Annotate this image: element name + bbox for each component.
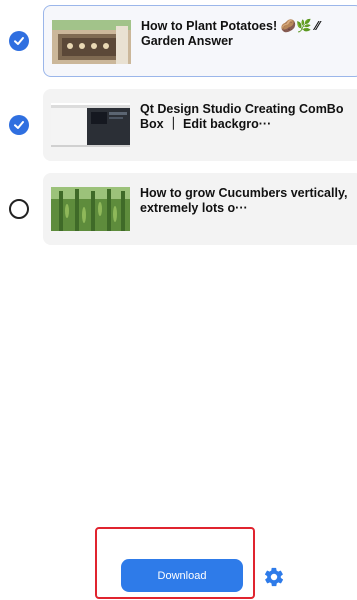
video-title: Qt Design Studio Creating ComBo Box ｜ Ed… xyxy=(140,102,344,131)
list-item[interactable]: Qt Design Studio Creating ComBo Box ｜ Ed… xyxy=(0,89,357,161)
checkmark-icon xyxy=(14,121,24,129)
video-title: How to grow Cucumbers vertically, extrem… xyxy=(140,186,348,215)
download-button[interactable]: Download xyxy=(121,559,243,592)
video-card[interactable]: Qt Design Studio Creating ComBo Box ｜ Ed… xyxy=(43,89,357,161)
selected-checkbox[interactable] xyxy=(9,115,29,135)
video-thumbnail xyxy=(52,20,131,64)
video-thumbnail xyxy=(51,103,130,147)
gear-icon[interactable] xyxy=(263,566,285,588)
video-thumbnail xyxy=(51,187,130,231)
list-item[interactable]: How to Plant Potatoes! 🥔🌿 ⁄⁄ Garden Answ… xyxy=(0,5,357,77)
list-item[interactable]: How to grow Cucumbers vertically, extrem… xyxy=(0,173,357,245)
checkmark-icon xyxy=(14,37,24,45)
unselected-checkbox[interactable] xyxy=(9,199,29,219)
video-card[interactable]: How to Plant Potatoes! 🥔🌿 ⁄⁄ Garden Answ… xyxy=(43,5,357,77)
video-title: How to Plant Potatoes! 🥔🌿 ⁄⁄ Garden Answ… xyxy=(141,19,320,48)
video-card[interactable]: How to grow Cucumbers vertically, extrem… xyxy=(43,173,357,245)
selected-checkbox[interactable] xyxy=(9,31,29,51)
